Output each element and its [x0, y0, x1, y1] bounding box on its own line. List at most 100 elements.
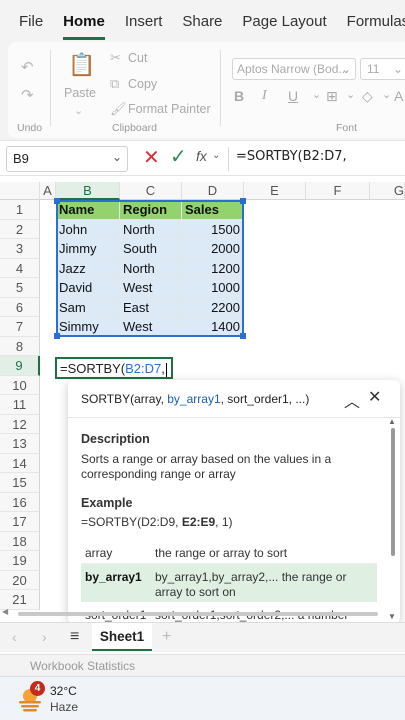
collapse-chevron-up-icon[interactable]: ︿ — [344, 388, 360, 412]
tab-formulas[interactable]: Formulas — [337, 13, 405, 30]
table-cell[interactable]: 2200 — [182, 297, 244, 317]
column-header[interactable]: G — [370, 182, 405, 200]
row-header[interactable]: 18 — [0, 531, 40, 551]
workbook-statistics[interactable]: Workbook Statistics — [30, 659, 135, 673]
row-header[interactable]: 9 — [0, 356, 40, 376]
row-header[interactable]: 15 — [0, 473, 40, 493]
font-color-icon[interactable]: A — [394, 88, 403, 104]
formula-input[interactable]: =SORTBY(B2:D7, — [236, 149, 347, 164]
table-cell[interactable]: 2000 — [182, 239, 244, 259]
tab-insert[interactable]: Insert — [115, 13, 173, 30]
column-header[interactable]: B — [56, 182, 120, 200]
select-all-corner[interactable] — [0, 182, 40, 200]
table-cell[interactable]: West — [120, 317, 182, 337]
sheet-tab-sheet1[interactable]: Sheet1 — [92, 623, 152, 651]
scroll-thumb[interactable] — [18, 612, 378, 616]
chevron-down-icon[interactable]: ⌄ — [112, 150, 122, 164]
scroll-up-icon[interactable]: ▲ — [388, 417, 396, 426]
table-cell[interactable]: Simmy — [56, 317, 120, 337]
chevron-down-icon[interactable]: ⌄ — [74, 104, 83, 117]
row-header[interactable]: 3 — [0, 239, 40, 259]
next-sheet-icon[interactable]: › — [42, 629, 47, 645]
row-header[interactable]: 2 — [0, 219, 40, 239]
table-cell[interactable]: South — [120, 239, 182, 259]
row-header[interactable]: 7 — [0, 317, 40, 337]
row-header[interactable]: 20 — [0, 570, 40, 590]
table-cell[interactable]: East — [120, 297, 182, 317]
tab-file[interactable]: File — [0, 13, 53, 30]
row-header[interactable]: 19 — [0, 551, 40, 571]
row-header[interactable]: 16 — [0, 492, 40, 512]
table-cell[interactable]: Jimmy — [56, 239, 120, 259]
cancel-icon[interactable]: ✕ — [143, 145, 160, 170]
table-cell[interactable]: John — [56, 219, 120, 239]
fill-color-icon[interactable]: ◇ — [362, 88, 373, 105]
row-header[interactable]: 4 — [0, 258, 40, 278]
scroll-left-icon[interactable]: ◀ — [2, 607, 8, 616]
column-header[interactable]: F — [306, 182, 370, 200]
table-cell[interactable]: 1400 — [182, 317, 244, 337]
copy-button[interactable]: Copy — [128, 77, 157, 91]
example-part-bold: E2:E9 — [181, 515, 216, 529]
chevron-down-icon[interactable]: ⌄ — [212, 150, 220, 161]
paste-icon[interactable]: 📋 — [68, 52, 95, 78]
insert-function-icon[interactable]: fx — [196, 148, 207, 164]
table-cell[interactable]: 1200 — [182, 258, 244, 278]
enter-check-icon[interactable]: ✓ — [170, 144, 187, 169]
row-header[interactable]: 1 — [0, 200, 40, 220]
font-name-value: Aptos Narrow (Bod... — [237, 62, 349, 76]
column-header[interactable]: C — [120, 182, 182, 200]
active-cell-b9[interactable]: =SORTBY(B2:D7, — [55, 357, 173, 379]
table-cell[interactable]: Sales — [182, 200, 244, 220]
row-header[interactable]: 5 — [0, 278, 40, 298]
row-header[interactable]: 11 — [0, 395, 40, 415]
add-sheet-icon[interactable]: + — [162, 628, 171, 646]
sheet-list-icon[interactable]: ≡ — [70, 628, 79, 646]
horizontal-scrollbar[interactable]: ◀ — [2, 607, 395, 618]
close-icon[interactable]: ✕ — [368, 387, 381, 407]
name-box[interactable]: B9 ⌄ — [6, 146, 128, 172]
cut-button[interactable]: Cut — [128, 51, 147, 65]
row-header[interactable]: 14 — [0, 453, 40, 473]
underline-icon[interactable]: U — [288, 88, 298, 104]
row-header[interactable]: 8 — [0, 336, 40, 356]
table-cell[interactable]: David — [56, 278, 120, 298]
format-painter-button[interactable]: Format Painter — [128, 102, 211, 116]
row-header[interactable]: 6 — [0, 297, 40, 317]
chevron-down-icon[interactable]: ⌄ — [382, 88, 391, 101]
chevron-down-icon[interactable]: ⌄ — [312, 88, 321, 101]
italic-icon[interactable]: I — [262, 88, 267, 104]
column-header[interactable]: E — [244, 182, 306, 200]
column-header[interactable]: D — [182, 182, 244, 200]
prev-sheet-icon[interactable]: ‹ — [12, 629, 17, 645]
row-header[interactable]: 10 — [0, 375, 40, 395]
table-cell[interactable]: Name — [56, 200, 120, 220]
bold-icon[interactable]: B — [234, 88, 244, 104]
table-cell[interactable]: Region — [120, 200, 182, 220]
redo-icon[interactable]: ↷ — [21, 86, 34, 104]
font-name-select[interactable]: Aptos Narrow (Bod... ⌄ — [232, 58, 356, 80]
table-cell[interactable]: Jazz — [56, 258, 120, 278]
tab-share[interactable]: Share — [172, 13, 232, 30]
table-cell[interactable]: 1500 — [182, 219, 244, 239]
table-cell[interactable]: West — [120, 278, 182, 298]
row-header[interactable]: 17 — [0, 512, 40, 532]
paste-button[interactable]: Paste — [64, 86, 96, 100]
font-size-select[interactable]: 11 ⌄ — [360, 58, 405, 80]
row-header[interactable]: 12 — [0, 414, 40, 434]
chevron-down-icon[interactable]: ⌄ — [346, 88, 355, 101]
formula-bar: B9 ⌄ ✕ ✓ fx ⌄ =SORTBY(B2:D7, — [0, 140, 405, 176]
tooltip-scrollbar[interactable] — [391, 428, 395, 556]
clipboard-group-label: Clipboard — [112, 122, 157, 134]
row-header[interactable]: 13 — [0, 434, 40, 454]
column-header[interactable]: A — [40, 182, 56, 200]
table-cell[interactable]: North — [120, 219, 182, 239]
tab-page-layout[interactable]: Page Layout — [232, 13, 336, 30]
table-cell[interactable]: Sam — [56, 297, 120, 317]
tab-home[interactable]: Home — [53, 13, 115, 40]
undo-icon[interactable]: ↶ — [21, 58, 34, 76]
table-cell[interactable]: 1000 — [182, 278, 244, 298]
borders-icon[interactable]: ⊞ — [326, 88, 338, 105]
signature-rest: , sort_order1, ...) — [220, 392, 310, 406]
table-cell[interactable]: North — [120, 258, 182, 278]
